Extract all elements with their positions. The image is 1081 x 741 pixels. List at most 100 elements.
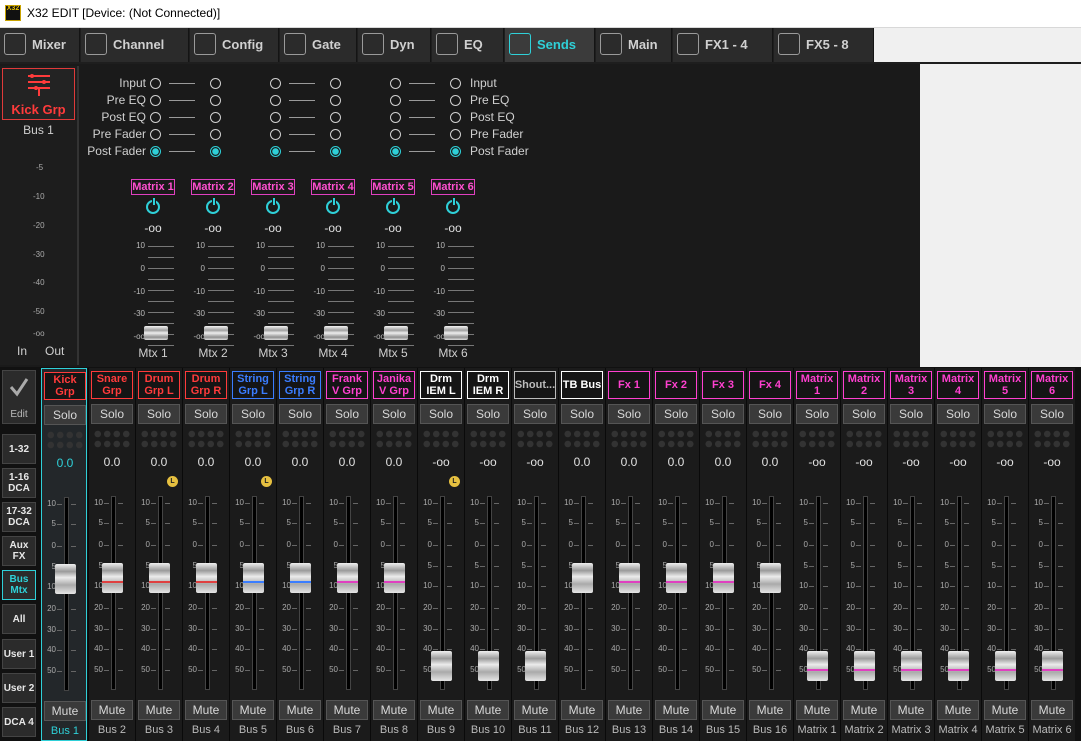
solo-button[interactable]: Solo [420, 404, 462, 424]
strip-name[interactable]: Matrix 1 [796, 371, 838, 399]
tap-radio[interactable] [330, 78, 341, 89]
matrix-send-label[interactable]: Matrix 4 [311, 179, 355, 195]
strip-name[interactable]: Drum Grp R [185, 371, 227, 399]
strip-name[interactable]: Drm IEM R [467, 371, 509, 399]
fader-knob[interactable] [243, 563, 264, 594]
tap-radio[interactable] [390, 95, 401, 106]
matrix-send-label[interactable]: Matrix 6 [431, 179, 475, 195]
matrix-send-label[interactable]: Matrix 3 [251, 179, 295, 195]
layer-button[interactable]: Bus Mtx [2, 570, 36, 600]
tab-fx1-4[interactable]: FX1 - 4 [673, 28, 773, 62]
tap-radio[interactable] [150, 129, 161, 140]
edit-button[interactable]: Edit [2, 370, 36, 424]
mute-button[interactable]: Mute [890, 700, 932, 720]
strip-name[interactable]: String Grp L [232, 371, 274, 399]
tap-radio[interactable] [390, 112, 401, 123]
solo-button[interactable]: Solo [796, 404, 838, 424]
tab-channel[interactable]: Channel [81, 28, 189, 62]
fader-knob[interactable] [431, 651, 452, 681]
power-icon[interactable] [386, 198, 400, 214]
mute-button[interactable]: Mute [185, 700, 227, 720]
solo-button[interactable]: Solo [702, 404, 744, 424]
mute-button[interactable]: Mute [279, 700, 321, 720]
fader-knob[interactable] [478, 651, 499, 681]
strip-name[interactable]: Janika V Grp [373, 371, 415, 399]
matrix-send-fader[interactable]: 10 0 -10 -30 -oo [301, 238, 361, 346]
mute-button[interactable]: Mute [467, 700, 509, 720]
strip-name[interactable]: Snare Grp [91, 371, 133, 399]
tap-radio[interactable] [330, 112, 341, 123]
strip-name[interactable]: Drum Grp L [138, 371, 180, 399]
layer-button[interactable]: DCA 4 [2, 707, 36, 737]
tap-radio[interactable] [450, 129, 461, 140]
tap-radio[interactable] [150, 146, 161, 157]
fader-knob[interactable] [264, 326, 288, 340]
tap-radio[interactable] [270, 112, 281, 123]
matrix-send-fader[interactable]: 10 0 -10 -30 -oo [241, 238, 301, 346]
strip-name[interactable]: TB Bus [561, 371, 603, 399]
tap-radio[interactable] [210, 78, 221, 89]
fader-knob[interactable] [854, 651, 875, 681]
solo-button[interactable]: Solo [138, 404, 180, 424]
tap-radio[interactable] [210, 146, 221, 157]
tab-mixer[interactable]: Mixer [0, 28, 80, 62]
solo-button[interactable]: Solo [467, 404, 509, 424]
mute-button[interactable]: Mute [420, 700, 462, 720]
layer-button[interactable]: 17-32 DCA [2, 502, 36, 532]
layer-button[interactable]: All [2, 604, 36, 634]
power-icon[interactable] [446, 198, 460, 214]
tap-radio[interactable] [450, 146, 461, 157]
tab-dyn[interactable]: Dyn [358, 28, 431, 62]
power-icon[interactable] [146, 198, 160, 214]
tap-radio[interactable] [150, 95, 161, 106]
solo-button[interactable]: Solo [373, 404, 415, 424]
strip-name[interactable]: Fx 4 [749, 371, 791, 399]
tab-main[interactable]: Main [596, 28, 672, 62]
tab-sends[interactable]: Sends [505, 28, 595, 62]
fader-knob[interactable] [102, 563, 123, 594]
mute-button[interactable]: Mute [608, 700, 650, 720]
tap-radio[interactable] [450, 95, 461, 106]
tap-radio[interactable] [330, 146, 341, 157]
mute-button[interactable]: Mute [138, 700, 180, 720]
strip-name[interactable]: Matrix 6 [1031, 371, 1073, 399]
fader-knob[interactable] [337, 563, 358, 594]
strip-name[interactable]: Fx 1 [608, 371, 650, 399]
mute-button[interactable]: Mute [937, 700, 979, 720]
tap-radio[interactable] [210, 112, 221, 123]
strip-name[interactable]: Drm IEM L [420, 371, 462, 399]
fader-knob[interactable] [901, 651, 922, 681]
strip-name[interactable]: Matrix 4 [937, 371, 979, 399]
fader-knob[interactable] [444, 326, 468, 340]
fader-knob[interactable] [807, 651, 828, 681]
tap-radio[interactable] [390, 78, 401, 89]
tap-radio[interactable] [270, 129, 281, 140]
fader-knob[interactable] [713, 563, 734, 594]
tap-radio[interactable] [210, 95, 221, 106]
mute-button[interactable]: Mute [91, 700, 133, 720]
mute-button[interactable]: Mute [984, 700, 1026, 720]
mute-button[interactable]: Mute [702, 700, 744, 720]
mute-button[interactable]: Mute [561, 700, 603, 720]
tap-radio[interactable] [330, 95, 341, 106]
solo-button[interactable]: Solo [44, 405, 86, 425]
solo-button[interactable]: Solo [655, 404, 697, 424]
power-icon[interactable] [266, 198, 280, 214]
tap-radio[interactable] [390, 129, 401, 140]
mute-button[interactable]: Mute [514, 700, 556, 720]
tap-radio[interactable] [150, 112, 161, 123]
strip-name[interactable]: Kick Grp [44, 372, 86, 400]
strip-name[interactable]: Shout... [514, 371, 556, 399]
solo-button[interactable]: Solo [843, 404, 885, 424]
matrix-send-label[interactable]: Matrix 2 [191, 179, 235, 195]
fader-knob[interactable] [525, 651, 546, 681]
strip-name[interactable]: Fx 2 [655, 371, 697, 399]
fader-knob[interactable] [204, 326, 228, 340]
solo-button[interactable]: Solo [608, 404, 650, 424]
fader-knob[interactable] [948, 651, 969, 681]
fader-knob[interactable] [196, 563, 217, 594]
tap-radio[interactable] [210, 129, 221, 140]
layer-button[interactable]: Aux FX [2, 536, 36, 566]
solo-button[interactable]: Solo [326, 404, 368, 424]
mute-button[interactable]: Mute [232, 700, 274, 720]
